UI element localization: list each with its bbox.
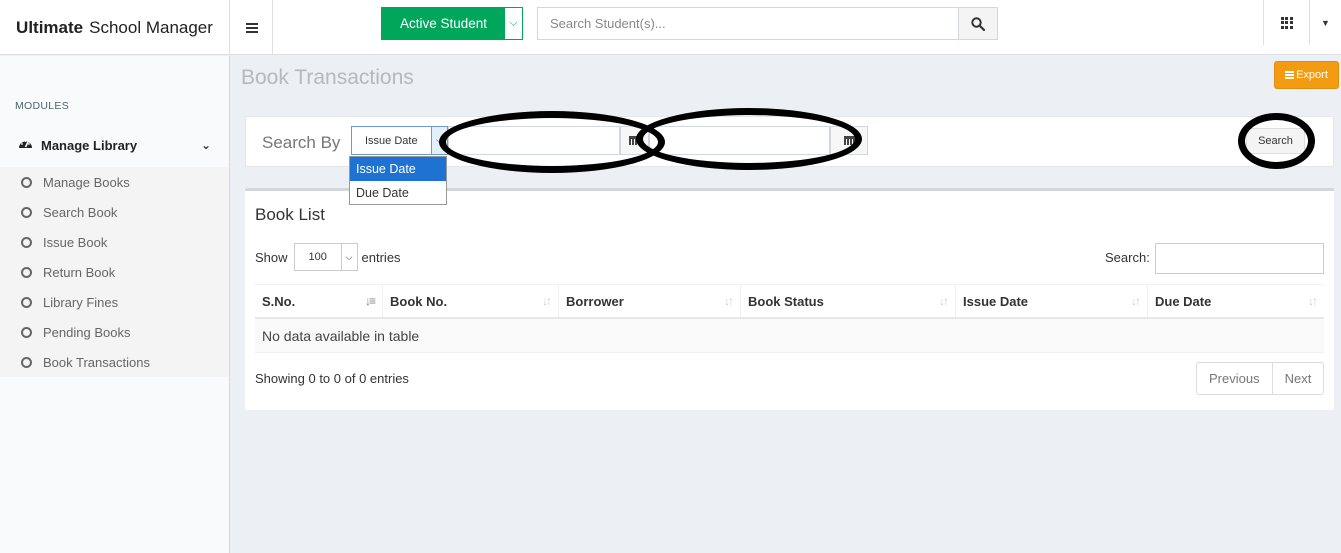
annotation-circle (1238, 113, 1315, 169)
sidebar-item-label: Return Book (43, 264, 116, 280)
column-label: Due Date (1155, 293, 1212, 309)
sidebar-group-label: Manage Library (41, 137, 138, 153)
sidebar-item-library-fines[interactable]: Library Fines (0, 287, 229, 317)
app-brand[interactable]: Ultimate School Manager (0, 0, 230, 55)
empty-table-message: No data available in table (255, 319, 1324, 353)
user-menu-button[interactable]: ▼ (1309, 0, 1341, 45)
search-by-label: Search By (262, 133, 341, 152)
dashboard-icon (18, 137, 33, 153)
student-search-button[interactable] (958, 8, 997, 39)
circle-icon (21, 236, 32, 248)
column-header-sno[interactable]: S.No. ↓≡ (255, 285, 383, 317)
sidebar: MODULES Manage Library ⌄ Manage Books Se… (0, 56, 230, 553)
chevron-down-icon[interactable]: ⌵ (505, 8, 522, 39)
book-transactions-table: S.No. ↓≡ Book No. ↓↑ Borrower ↓↑ Book St… (255, 284, 1324, 353)
circle-icon (21, 266, 32, 278)
top-navbar: Ultimate School Manager Active Student ⌵… (0, 0, 1341, 55)
circle-icon (21, 356, 32, 368)
circle-icon (21, 176, 32, 188)
sidebar-section-label: MODULES (15, 100, 70, 112)
export-label: Export (1296, 69, 1328, 81)
table-search-input[interactable] (1155, 243, 1324, 274)
show-label: Show (255, 249, 288, 265)
search-icon (971, 16, 985, 31)
page-title: Book Transactions (241, 66, 414, 89)
column-header-book-status[interactable]: Book Status ↓↑ (741, 285, 956, 317)
sidebar-item-label: Library Fines (43, 294, 119, 310)
sidebar-item-search-book[interactable]: Search Book (0, 197, 229, 227)
table-search-label: Search: (1105, 250, 1150, 265)
column-label: Book No. (390, 293, 448, 309)
date-type-options: Issue Date Due Date (349, 156, 447, 205)
sidebar-item-book-transactions[interactable]: Book Transactions (0, 347, 229, 377)
sort-ascending-icon: ↓≡ (364, 294, 376, 308)
sort-icon: ↓↑ (1308, 294, 1318, 308)
active-student-dropdown[interactable]: Active Student ⌵ (381, 7, 523, 40)
table-info: Showing 0 to 0 of 0 entries (255, 371, 409, 386)
page-length-select[interactable]: 100 ⌵ (293, 243, 358, 271)
pagination: Previous Next (1196, 362, 1325, 395)
student-search-group (537, 7, 998, 40)
date-type-select[interactable]: Issue Date ⌵ (351, 126, 448, 155)
annotation-circle (439, 111, 665, 173)
sidebar-item-label: Manage Books (43, 174, 130, 190)
sort-icon: ↓↑ (939, 294, 949, 308)
brand-bold: Ultimate (16, 17, 84, 37)
column-label: S.No. (262, 293, 296, 309)
previous-page-button[interactable]: Previous (1197, 363, 1272, 394)
export-button[interactable]: Export (1274, 61, 1339, 89)
column-header-issue-date[interactable]: Issue Date ↓↑ (956, 285, 1148, 317)
brand-name: School Manager (89, 17, 213, 37)
sidebar-item-label: Issue Book (43, 234, 108, 250)
sidebar-item-label: Pending Books (43, 324, 131, 340)
column-header-book-no[interactable]: Book No. ↓↑ (383, 285, 559, 317)
sidebar-group-manage-library[interactable]: Manage Library ⌄ (0, 121, 229, 169)
hamburger-icon (245, 26, 258, 29)
caret-down-icon: ▼ (1321, 17, 1330, 28)
sidebar-toggle-button[interactable] (231, 0, 273, 55)
option-due-date[interactable]: Due Date (350, 181, 446, 205)
sidebar-item-label: Search Book (43, 204, 118, 220)
sidebar-submenu: Manage Books Search Book Issue Book Retu… (0, 167, 229, 377)
active-student-label: Active Student (382, 8, 505, 39)
column-label: Borrower (566, 293, 624, 309)
grid-icon (1280, 16, 1293, 29)
entries-label: entries (361, 249, 401, 265)
column-label: Book Status (748, 293, 824, 309)
chevron-down-icon: ⌄ (200, 138, 211, 152)
sidebar-item-pending-books[interactable]: Pending Books (0, 317, 229, 347)
student-search-input[interactable] (538, 8, 958, 39)
book-list-title: Book List (255, 205, 325, 224)
column-label: Issue Date (963, 293, 1029, 309)
book-list-panel: Book List Show 100 ⌵ entries Search: S.N… (245, 188, 1334, 410)
page-length-control: Show 100 ⌵ entries (255, 243, 401, 271)
next-page-button[interactable]: Next (1271, 363, 1324, 394)
column-header-due-date[interactable]: Due Date ↓↑ (1148, 285, 1324, 317)
table-header-row: S.No. ↓≡ Book No. ↓↑ Borrower ↓↑ Book St… (255, 284, 1324, 319)
circle-icon (21, 326, 32, 338)
chevron-down-icon: ⌵ (340, 244, 357, 270)
option-issue-date[interactable]: Issue Date (350, 157, 446, 181)
sidebar-item-manage-books[interactable]: Manage Books (0, 167, 229, 197)
sort-icon: ↓↑ (542, 294, 552, 308)
circle-icon (21, 206, 32, 218)
sidebar-item-label: Book Transactions (43, 354, 150, 370)
sort-icon: ↓↑ (1131, 294, 1141, 308)
annotation-circle (636, 108, 862, 170)
sidebar-item-return-book[interactable]: Return Book (0, 257, 229, 287)
apps-grid-button[interactable] (1263, 0, 1309, 45)
page-length-value: 100 (308, 251, 327, 263)
date-type-value: Issue Date (365, 134, 418, 147)
list-icon (1285, 74, 1295, 76)
column-header-borrower[interactable]: Borrower ↓↑ (559, 285, 741, 317)
circle-icon (21, 296, 32, 308)
sort-icon: ↓↑ (724, 294, 734, 308)
sidebar-item-issue-book[interactable]: Issue Book (0, 227, 229, 257)
